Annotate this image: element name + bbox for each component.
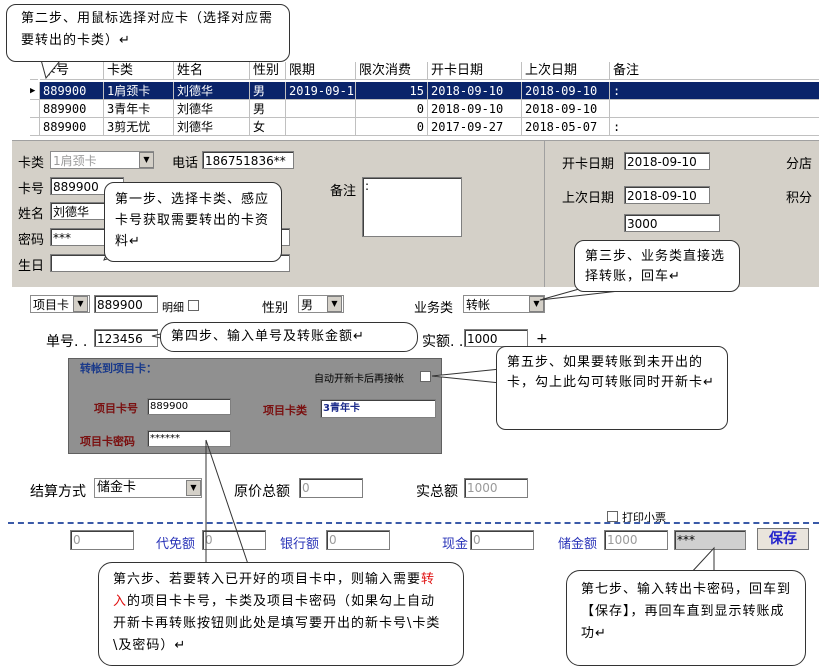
callout-step4: 第四步、输入单号及转账金额↵ — [160, 322, 418, 352]
callout-step6: 第六步、若要转入已开好的项目卡中，则输入需要转入的项目卡卡号，卡类及项目卡密码（… — [98, 562, 464, 666]
callout-step6-text-a: 第六步、若要转入已开好的项目卡中，则输入需要 — [113, 572, 422, 587]
callout-step6-text-b: 的项目卡卡号，卡类及项目卡密码（如果勾上自动开新卡再转账按钮则此处是填写要开出的… — [113, 594, 441, 653]
callout-step2: 第二步、用鼠标选择对应卡（选择对应需要转出的卡类）↵ — [6, 4, 290, 62]
callout-step1: 第一步、选择卡类、感应卡号获取需要转出的卡资料↵ — [104, 182, 282, 262]
callout-step3: 第三步、业务类直接选择转账，回车↵ — [574, 240, 740, 292]
callout-step5: 第五步、如果要转账到未开出的卡，勾上此勾可转账同时开新卡↵ — [496, 346, 728, 430]
callout-step7: 第七步、输入转出卡密码，回车到【保存】，再回车直到显示转账成功↵ — [566, 570, 806, 666]
